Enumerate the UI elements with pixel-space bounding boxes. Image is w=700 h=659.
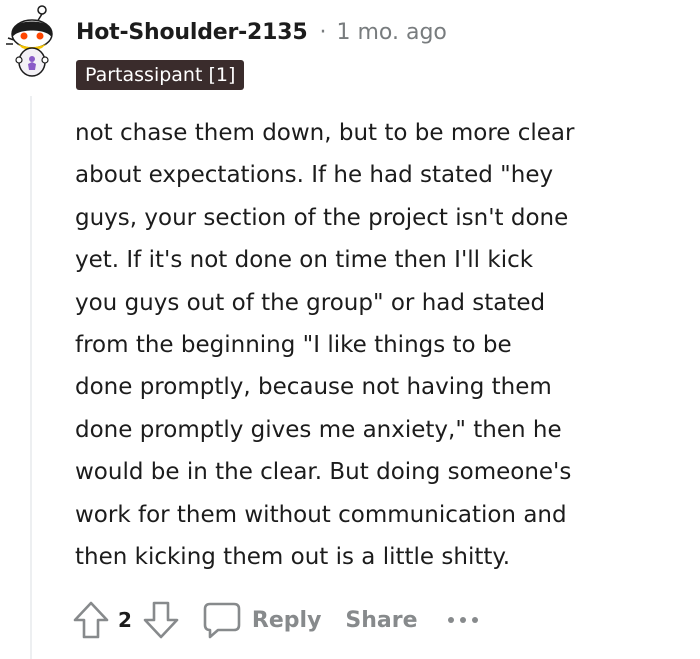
comment-actions: 2 Reply Share	[72, 598, 480, 642]
comment-line: yet. If it's not done on time then I'll …	[75, 247, 534, 274]
thread-line[interactable]	[30, 96, 32, 659]
reply-label: Reply	[251, 607, 322, 633]
comment-body: not chase them down, but to be more clea…	[75, 112, 675, 578]
user-flair: Partassipant [1]	[76, 60, 245, 90]
comment-line: from the beginning "I like things to be	[75, 332, 512, 359]
comment-line: you guys out of the group" or had stated	[75, 289, 546, 316]
arrow-up-icon	[73, 601, 109, 639]
comment-line: guys, your section of the project isn't …	[75, 204, 569, 231]
avatar[interactable]	[4, 4, 62, 80]
author-username[interactable]: Hot-Shoulder-2135	[76, 20, 308, 45]
comment-line: not chase them down, but to be more clea…	[75, 120, 575, 146]
vote-score: 2	[118, 608, 132, 632]
upvote-button[interactable]	[72, 600, 110, 640]
snoo-avatar-icon	[6, 5, 53, 77]
meta-separator: ·	[319, 19, 327, 45]
arrow-down-icon	[143, 601, 179, 639]
comment-line: work for them without communication and	[75, 501, 567, 528]
ellipsis-icon	[447, 617, 478, 623]
comment-line: done promptly gives me anxiety," then he	[75, 416, 562, 443]
comment-line: done promptly, because not having them	[75, 374, 552, 401]
comment-line: then kicking them out is a little shitty…	[75, 544, 511, 571]
speech-bubble-icon	[203, 602, 241, 639]
comment-timestamp[interactable]: 1 mo. ago	[336, 20, 446, 45]
comment-line: about expectations. If he had stated "he…	[75, 162, 554, 189]
comment-line: would be in the clear. But doing someone…	[75, 459, 572, 486]
comment-meta: Hot-Shoulder-2135 · 1 mo. ago	[76, 14, 447, 50]
downvote-button[interactable]	[142, 600, 180, 640]
reply-button[interactable]: Reply	[202, 600, 322, 640]
share-button[interactable]: Share	[345, 608, 417, 633]
more-options-button[interactable]	[446, 615, 480, 625]
